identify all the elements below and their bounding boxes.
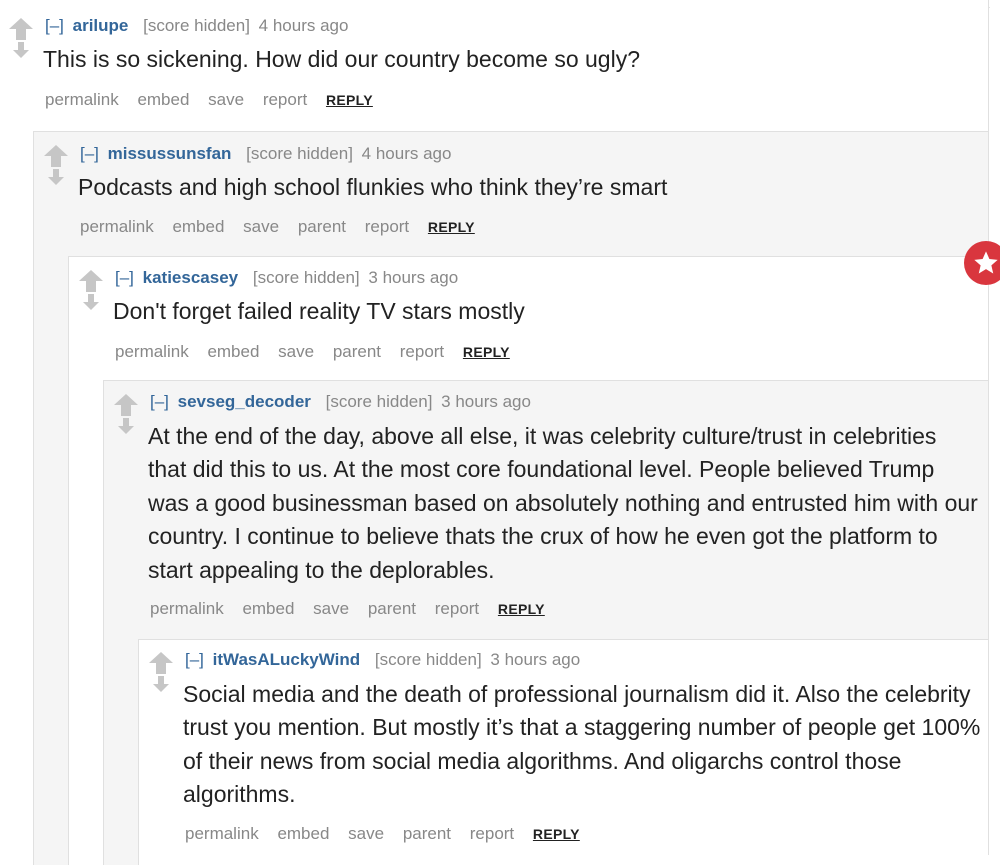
permalink-link[interactable]: permalink bbox=[80, 217, 154, 236]
downvote-arrow-icon[interactable] bbox=[47, 169, 65, 185]
comment-actions: permalink embed save parent report REPLY bbox=[115, 342, 524, 362]
permalink-link[interactable]: permalink bbox=[185, 824, 259, 843]
comment-tagline: [–] missussunsfan [score hidden] 4 hours… bbox=[80, 144, 451, 164]
author-link[interactable]: katiescasey bbox=[143, 268, 238, 287]
collapse-toggle[interactable]: [–] bbox=[45, 16, 64, 35]
timestamp: 4 hours ago bbox=[361, 144, 452, 163]
save-link[interactable]: save bbox=[243, 217, 279, 236]
comment-actions: permalink embed save parent report REPLY bbox=[150, 599, 559, 619]
parent-link[interactable]: parent bbox=[298, 217, 346, 236]
upvote-arrow-icon[interactable] bbox=[43, 145, 69, 167]
author-link[interactable]: sevseg_decoder bbox=[178, 392, 311, 411]
save-link[interactable]: save bbox=[278, 342, 314, 361]
upvote-arrow-icon[interactable] bbox=[113, 394, 139, 416]
collapse-toggle[interactable]: [–] bbox=[150, 392, 169, 411]
score-label: [score hidden] bbox=[143, 16, 250, 35]
embed-link[interactable]: embed bbox=[172, 217, 224, 236]
downvote-arrow-icon[interactable] bbox=[117, 418, 135, 434]
comment-tagline: [–] sevseg_decoder [score hidden] 3 hour… bbox=[150, 392, 531, 412]
score-label: [score hidden] bbox=[246, 144, 353, 163]
permalink-link[interactable]: permalink bbox=[115, 342, 189, 361]
vote-arrows bbox=[148, 652, 174, 692]
author-link[interactable]: missussunsfan bbox=[108, 144, 232, 163]
floating-star-button[interactable] bbox=[964, 241, 1000, 285]
author-link[interactable]: itWasALuckyWind bbox=[213, 650, 361, 669]
report-link[interactable]: report bbox=[435, 599, 479, 618]
downvote-arrow-icon[interactable] bbox=[152, 676, 170, 692]
embed-link[interactable]: embed bbox=[277, 824, 329, 843]
comment-tagline: [–] arilupe [score hidden] 4 hours ago bbox=[45, 16, 348, 36]
parent-link[interactable]: parent bbox=[333, 342, 381, 361]
star-icon bbox=[974, 251, 998, 274]
parent-link[interactable]: parent bbox=[368, 599, 416, 618]
downvote-arrow-icon[interactable] bbox=[82, 294, 100, 310]
embed-link[interactable]: embed bbox=[207, 342, 259, 361]
report-link[interactable]: report bbox=[365, 217, 409, 236]
reply-button[interactable]: REPLY bbox=[326, 92, 373, 108]
vote-arrows bbox=[113, 394, 139, 434]
comment-body: Don't forget failed reality TV stars mos… bbox=[113, 298, 525, 324]
parent-link[interactable]: parent bbox=[403, 824, 451, 843]
collapse-toggle[interactable]: [–] bbox=[80, 144, 99, 163]
vote-arrows bbox=[78, 270, 104, 310]
comment-actions: permalink embed save report REPLY bbox=[45, 90, 387, 110]
upvote-arrow-icon[interactable] bbox=[8, 18, 34, 40]
comment-body: Social media and the death of profession… bbox=[183, 681, 981, 808]
comment-actions: permalink embed save parent report REPLY bbox=[80, 217, 489, 237]
author-link[interactable]: arilupe bbox=[73, 16, 129, 35]
comment-itwasaluckywind: [–] itWasALuckyWind [score hidden] 3 hou… bbox=[138, 639, 988, 865]
vote-arrows bbox=[43, 145, 69, 185]
report-link[interactable]: report bbox=[400, 342, 444, 361]
reply-button[interactable]: REPLY bbox=[533, 826, 580, 842]
save-link[interactable]: save bbox=[313, 599, 349, 618]
score-label: [score hidden] bbox=[325, 392, 433, 411]
save-link[interactable]: save bbox=[348, 824, 384, 843]
score-label: [score hidden] bbox=[374, 650, 482, 669]
reply-button[interactable]: REPLY bbox=[428, 219, 475, 235]
comment-body: At the end of the day, above all else, i… bbox=[148, 423, 978, 583]
upvote-arrow-icon[interactable] bbox=[78, 270, 104, 292]
comment-tagline: [–] katiescasey [score hidden] 3 hours a… bbox=[115, 268, 458, 288]
permalink-link[interactable]: permalink bbox=[45, 90, 119, 109]
collapse-toggle[interactable]: [–] bbox=[115, 268, 134, 287]
collapse-toggle[interactable]: [–] bbox=[185, 650, 204, 669]
timestamp: 4 hours ago bbox=[258, 16, 349, 35]
score-label: [score hidden] bbox=[252, 268, 360, 287]
comment-body: This is so sickening. How did our countr… bbox=[43, 46, 641, 72]
upvote-arrow-icon[interactable] bbox=[148, 652, 174, 674]
embed-link[interactable]: embed bbox=[242, 599, 294, 618]
timestamp: 3 hours ago bbox=[368, 268, 459, 287]
comment-body: Podcasts and high school flunkies who th… bbox=[78, 174, 668, 200]
save-link[interactable]: save bbox=[208, 90, 244, 109]
reply-button[interactable]: REPLY bbox=[498, 601, 545, 617]
report-link[interactable]: report bbox=[470, 824, 514, 843]
vote-arrows bbox=[8, 18, 34, 58]
report-link[interactable]: report bbox=[263, 90, 307, 109]
timestamp: 3 hours ago bbox=[441, 392, 531, 411]
timestamp: 3 hours ago bbox=[490, 650, 581, 669]
comment-tagline: [–] itWasALuckyWind [score hidden] 3 hou… bbox=[185, 650, 580, 670]
reply-button[interactable]: REPLY bbox=[463, 344, 510, 360]
permalink-link[interactable]: permalink bbox=[150, 599, 224, 618]
downvote-arrow-icon[interactable] bbox=[12, 42, 30, 58]
comment-actions: permalink embed save parent report REPLY bbox=[185, 824, 594, 844]
embed-link[interactable]: embed bbox=[137, 90, 189, 109]
